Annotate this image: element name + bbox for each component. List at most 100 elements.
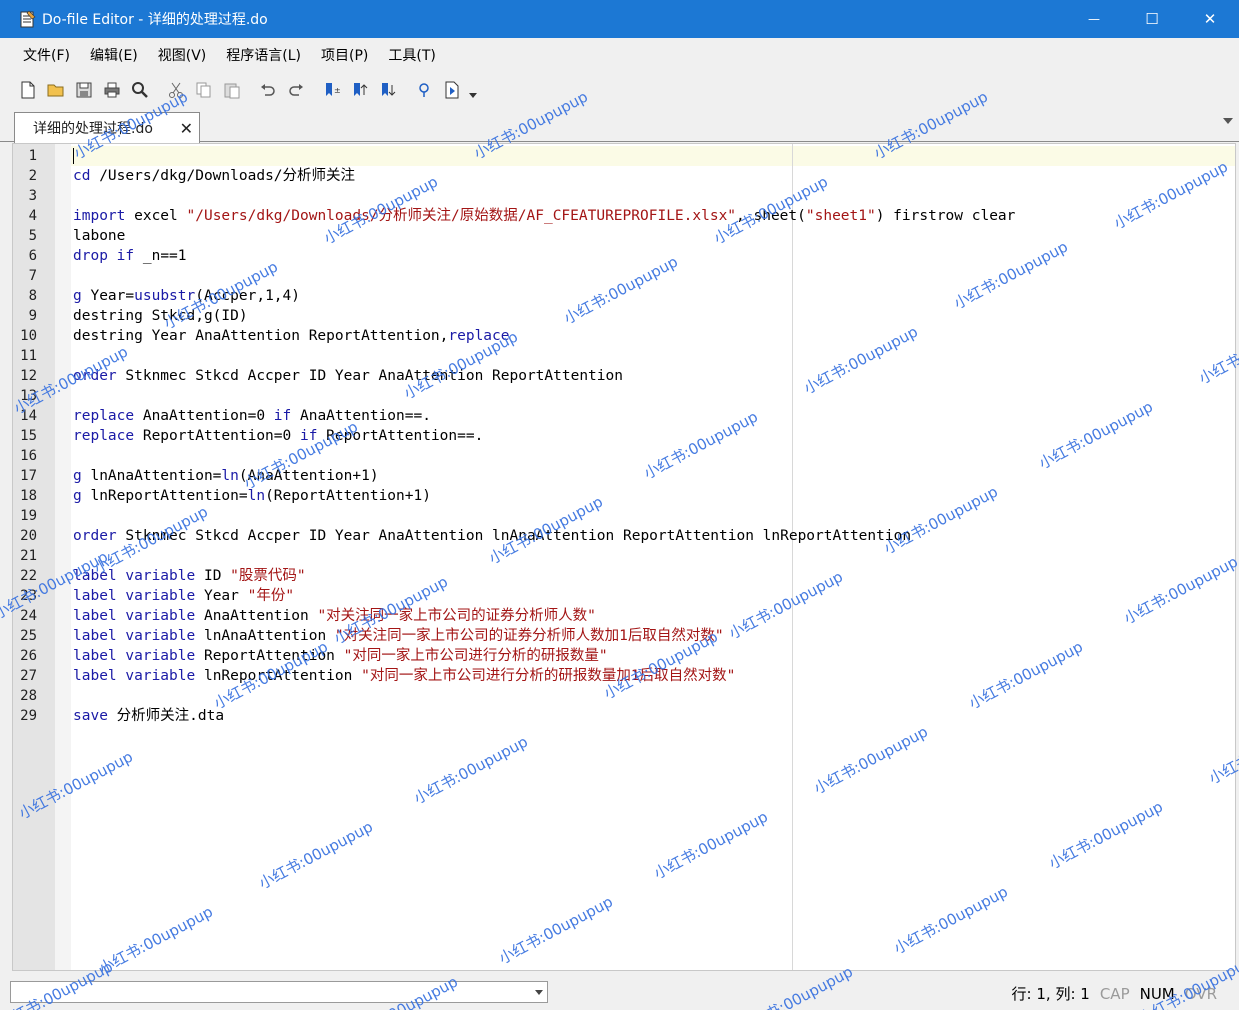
- open-folder-icon: [47, 84, 64, 97]
- do-file-editor-icon: [20, 10, 36, 28]
- toggle-bookmark-button[interactable]: ±: [318, 76, 346, 104]
- cursor-position: 行: 1, 列: 1: [1011, 985, 1090, 1003]
- copy-icon: [196, 82, 211, 98]
- code-line[interactable]: 11: [13, 346, 1235, 366]
- previous-bookmark-button[interactable]: [346, 76, 374, 104]
- code-line[interactable]: 14 replace AnaAttention=0 if AnaAttention…: [13, 406, 1235, 426]
- code-text: import excel "/Users/dkg/Downloads/分析师关注…: [73, 208, 1016, 224]
- line-number: 20: [20, 528, 37, 544]
- line-number: 9: [28, 308, 37, 324]
- find-icon: [132, 82, 148, 98]
- execute-icon: [445, 81, 459, 99]
- print-button[interactable]: [98, 76, 126, 104]
- toolbar-overflow-button[interactable]: [466, 76, 480, 104]
- code-line[interactable]: 25 label variable lnAnaAttention "对关注同一家上…: [13, 626, 1235, 646]
- code-text: label variable AnaAttention "对关注同一家上市公司的…: [73, 608, 596, 624]
- chevron-down-icon: [535, 990, 543, 995]
- code-line[interactable]: 13: [13, 386, 1235, 406]
- redo-icon: [289, 84, 303, 96]
- line-number: 1: [28, 148, 37, 164]
- code-line[interactable]: 1: [13, 146, 1235, 166]
- svg-text:±: ±: [334, 86, 341, 95]
- code-text: destring Year AnaAttention ReportAttenti…: [73, 328, 510, 344]
- code-line[interactable]: 4 import excel "/Users/dkg/Downloads/分析师关…: [13, 206, 1235, 226]
- next-bookmark-icon: [382, 83, 396, 96]
- code-line[interactable]: 22 label variable ID "股票代码": [13, 566, 1235, 586]
- code-line[interactable]: 12 order Stknmec Stkcd Accper ID Year Ana…: [13, 366, 1235, 386]
- code-text: replace ReportAttention=0 if ReportAtten…: [73, 428, 484, 444]
- new-file-button[interactable]: [14, 76, 42, 104]
- minimize-button[interactable]: —: [1065, 0, 1123, 38]
- copy-button[interactable]: [190, 76, 218, 104]
- line-number: 18: [20, 488, 37, 504]
- code-text: label variable ReportAttention "对同一家上市公司…: [73, 648, 608, 664]
- menu-tools[interactable]: 工具(T): [378, 45, 445, 65]
- code-text: labone: [73, 228, 126, 244]
- open-button[interactable]: [42, 76, 70, 104]
- window-title: Do-file Editor - 详细的处理过程.do: [42, 12, 268, 28]
- save-icon: [76, 82, 92, 98]
- line-number: 8: [28, 288, 37, 304]
- close-icon: ✕: [1203, 10, 1217, 28]
- close-button[interactable]: ✕: [1181, 0, 1239, 38]
- status-bar: 行: 1, 列: 1 CAP NUM OVR: [0, 973, 1239, 1010]
- redo-button[interactable]: [282, 76, 310, 104]
- line-number: 27: [20, 668, 37, 684]
- line-number: 28: [20, 688, 37, 704]
- code-line[interactable]: 3: [13, 186, 1235, 206]
- line-number: 29: [20, 708, 37, 724]
- code-line[interactable]: 15 replace ReportAttention=0 if ReportAtt…: [13, 426, 1235, 446]
- toggle-bookmark-icon: ±: [326, 83, 341, 96]
- line-number: 17: [20, 468, 37, 484]
- tab-bar: 详细的处理过程.do ✕: [0, 108, 1239, 143]
- code-line[interactable]: 29 save 分析师关注.dta: [13, 706, 1235, 726]
- code-line[interactable]: 23 label variable Year "年份": [13, 586, 1235, 606]
- code-text: label variable lnAnaAttention "对关注同一家上市公…: [73, 628, 724, 644]
- code-text: save 分析师关注.dta: [73, 708, 225, 724]
- menu-project[interactable]: 项目(P): [311, 45, 378, 65]
- line-number: 5: [28, 228, 37, 244]
- code-text: order Stknmec Stkcd Accper ID Year AnaAt…: [73, 528, 912, 544]
- paste-button[interactable]: [218, 76, 246, 104]
- code-text: order Stknmec Stkcd Accper ID Year AnaAt…: [73, 368, 623, 384]
- save-button[interactable]: [70, 76, 98, 104]
- code-text: g lnAnaAttention=ln(AnaAttention+1): [73, 468, 379, 484]
- code-text: cd /Users/dkg/Downloads/分析师关注: [73, 168, 356, 184]
- code-text: drop if _n==1: [73, 248, 187, 264]
- line-number: 19: [20, 508, 37, 524]
- tab-close-icon[interactable]: ✕: [180, 119, 193, 138]
- undo-button[interactable]: [254, 76, 282, 104]
- show-variables-button[interactable]: [410, 76, 438, 104]
- code-line[interactable]: 21: [13, 546, 1235, 566]
- line-number: 25: [20, 628, 37, 644]
- code-line[interactable]: 24 label variable AnaAttention "对关注同一家上市公…: [13, 606, 1235, 626]
- maximize-button[interactable]: ☐: [1123, 0, 1181, 38]
- code-line[interactable]: 20 order Stknmec Stkcd Accper ID Year Ana…: [13, 526, 1235, 546]
- line-number: 11: [20, 348, 37, 364]
- line-number: 10: [20, 328, 37, 344]
- line-number: 6: [28, 248, 37, 264]
- line-number: 15: [20, 428, 37, 444]
- code-editor[interactable]: 1 2 cd /Users/dkg/Downloads/分析师关注 3 4 import …: [12, 143, 1236, 971]
- menu-language[interactable]: 程序语言(L): [216, 45, 311, 65]
- line-number: 12: [20, 368, 37, 384]
- find-button[interactable]: [126, 76, 154, 104]
- cap-indicator: CAP: [1099, 984, 1130, 1003]
- line-number: 7: [28, 268, 37, 284]
- title-bar: Do-file Editor - 详细的处理过程.do — ☐ ✕: [0, 0, 1239, 38]
- code-line[interactable]: 2 cd /Users/dkg/Downloads/分析师关注: [13, 166, 1235, 186]
- code-lines: 1 2 cd /Users/dkg/Downloads/分析师关注 3 4 import …: [13, 146, 1235, 726]
- tab-list-dropdown[interactable]: [1223, 118, 1233, 124]
- line-number: 2: [28, 168, 37, 184]
- line-number: 26: [20, 648, 37, 664]
- line-number: 21: [20, 548, 37, 564]
- menu-view[interactable]: 视图(V): [148, 45, 217, 65]
- show-variables-icon: [419, 83, 429, 97]
- execute-button[interactable]: [438, 76, 466, 104]
- menu-file[interactable]: 文件(F): [13, 45, 80, 65]
- minimize-icon: —: [1088, 12, 1100, 26]
- print-icon: [104, 82, 120, 98]
- next-bookmark-button[interactable]: [374, 76, 402, 104]
- menu-edit[interactable]: 编辑(E): [80, 45, 148, 65]
- code-line[interactable]: 10 destring Year AnaAttention ReportAtten…: [13, 326, 1235, 346]
